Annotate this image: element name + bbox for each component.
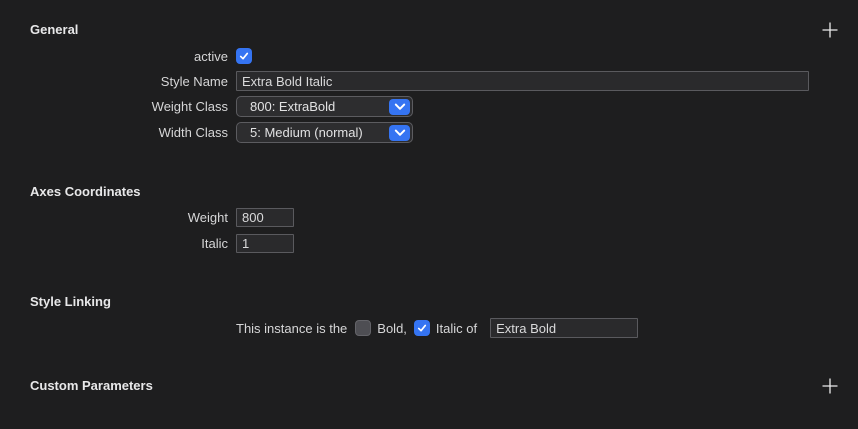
italic-checkbox[interactable]	[414, 320, 430, 336]
active-checkbox[interactable]	[236, 48, 252, 64]
add-custom-parameter-button[interactable]	[820, 376, 840, 396]
axis-italic-label: Italic	[30, 236, 228, 251]
weight-class-label: Weight Class	[30, 99, 228, 114]
instance-settings-panel: General active Style Name Weight Class 8…	[0, 0, 858, 429]
axis-italic-input[interactable]	[236, 234, 294, 253]
plus-icon	[822, 22, 838, 38]
section-title-style-linking: Style Linking	[30, 295, 111, 309]
active-label: active	[30, 49, 228, 64]
style-name-input[interactable]	[236, 71, 809, 91]
section-title-custom-parameters: Custom Parameters	[30, 379, 153, 393]
add-general-button[interactable]	[820, 20, 840, 40]
row-axis-italic: Italic	[30, 234, 294, 253]
linked-style-input[interactable]	[490, 318, 638, 338]
bold-checkbox-label: Bold,	[377, 321, 407, 336]
row-style-name: Style Name	[30, 71, 809, 91]
width-class-label: Width Class	[30, 125, 228, 140]
width-class-value: 5: Medium (normal)	[250, 125, 385, 140]
axis-weight-label: Weight	[30, 210, 228, 225]
bold-checkbox[interactable]	[355, 320, 371, 336]
chevron-down-icon	[389, 99, 410, 115]
row-weight-class: Weight Class 800: ExtraBold	[30, 96, 413, 117]
weight-class-select[interactable]: 800: ExtraBold	[236, 96, 413, 117]
row-width-class: Width Class 5: Medium (normal)	[30, 122, 413, 143]
section-title-axes: Axes Coordinates	[30, 185, 141, 199]
axis-weight-input[interactable]	[236, 208, 294, 227]
style-linking-sentence: This instance is the	[236, 321, 347, 336]
row-active: active	[30, 47, 252, 65]
row-axis-weight: Weight	[30, 208, 294, 227]
width-class-select[interactable]: 5: Medium (normal)	[236, 122, 413, 143]
style-name-label: Style Name	[30, 74, 228, 89]
italic-of-label: Italic of	[436, 321, 477, 336]
weight-class-value: 800: ExtraBold	[250, 99, 385, 114]
chevron-down-icon	[389, 125, 410, 141]
plus-icon	[822, 378, 838, 394]
section-title-general: General	[30, 23, 78, 37]
style-linking-row: This instance is the Bold, Italic of	[236, 316, 638, 340]
